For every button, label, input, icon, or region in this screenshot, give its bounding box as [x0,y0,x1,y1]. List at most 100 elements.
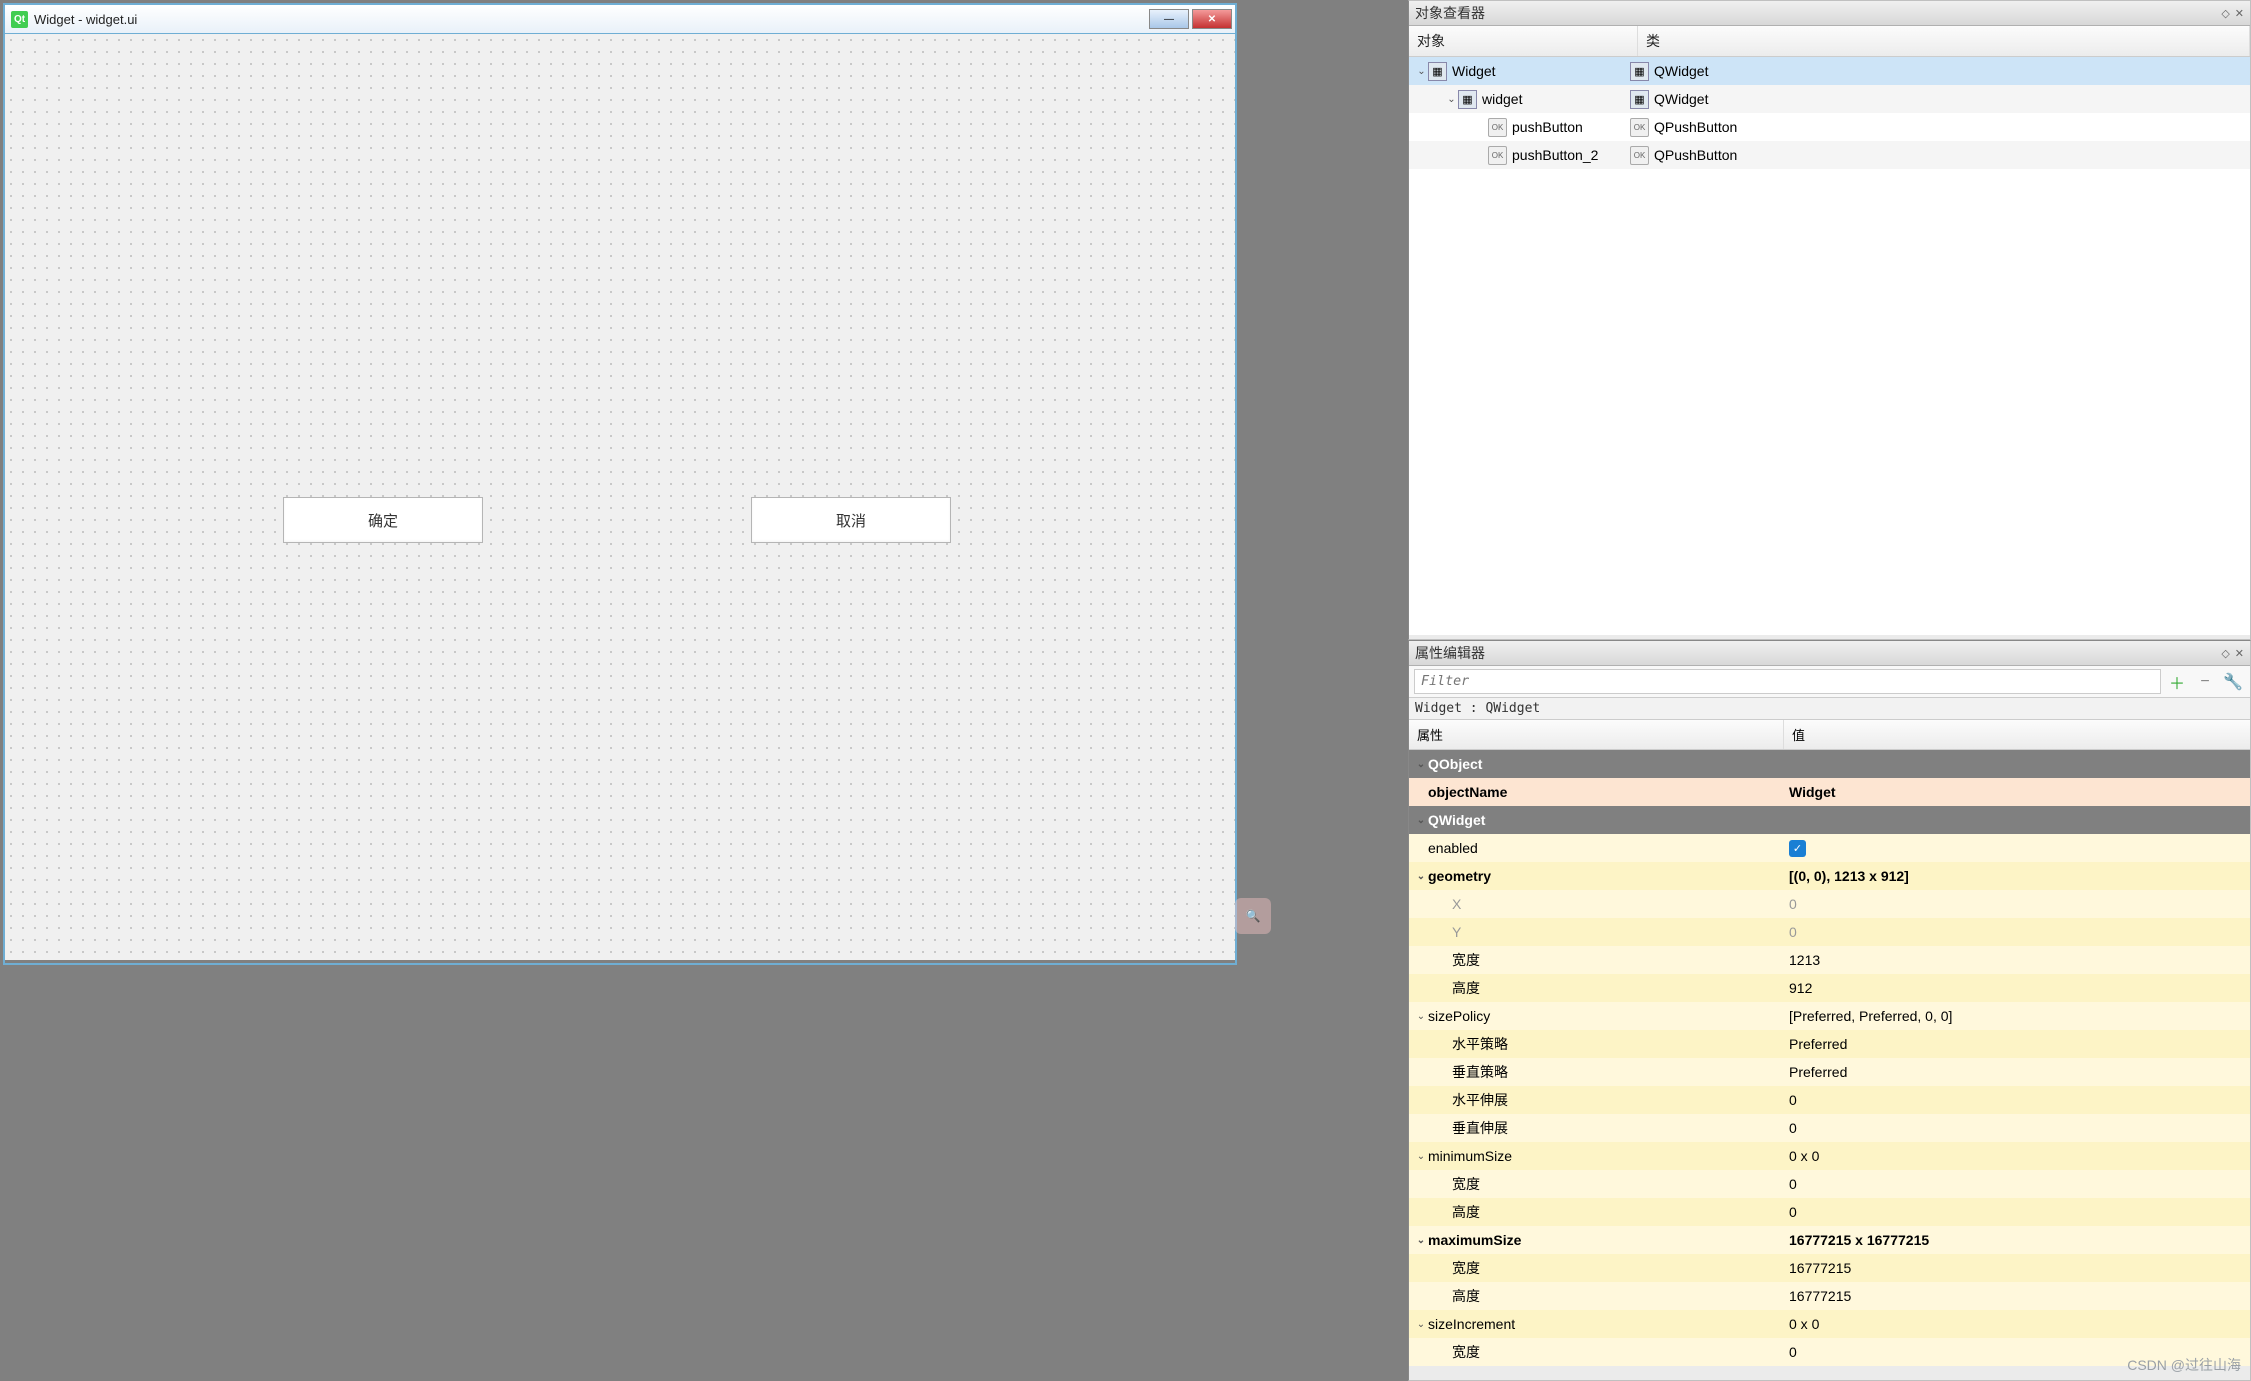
button-icon: OK [1488,118,1507,137]
property-row[interactable]: ⌄sizePolicy[Preferred, Preferred, 0, 0] [1409,1002,2250,1030]
property-row[interactable]: ⌄sizeIncrement 0 x 0 [1409,1310,2250,1338]
property-row[interactable]: 水平策略Preferred [1409,1030,2250,1058]
watermark: CSDN @过往山海 [2127,1355,2241,1375]
prop-name-col-header[interactable]: 属性 [1409,720,1784,749]
property-row[interactable]: Y0 [1409,918,2250,946]
tree-row[interactable]: OKpushButtonOKQPushButton [1409,113,2250,141]
collapse-icon[interactable]: ⌄ [1414,815,1428,826]
cancel-button[interactable]: 取消 [751,497,951,543]
property-row[interactable]: X0 [1409,890,2250,918]
property-row[interactable]: ⌄maximumSize16777215 x 16777215 [1409,1226,2250,1254]
ok-button[interactable]: 确定 [283,497,483,543]
property-table-header: 属性 值 [1409,720,2250,750]
property-value[interactable]: [(0, 0), 1213 x 912] [1789,868,1909,884]
property-row[interactable]: ⌄minimumSize 0 x 0 [1409,1142,2250,1170]
property-value[interactable]: [Preferred, Preferred, 0, 0] [1789,1008,1952,1024]
property-row[interactable]: ⌄geometry[(0, 0), 1213 x 912] [1409,862,2250,890]
property-value[interactable]: Widget [1789,784,1836,800]
class-name: QWidget [1654,91,1708,107]
property-value[interactable]: 0 [1789,1344,1797,1360]
property-value[interactable]: 0 [1789,924,1797,940]
property-value[interactable]: 0 [1789,1092,1797,1108]
object-tree[interactable]: ⌄▦Widget▦QWidget⌄▦widget▦QWidgetOKpushBu… [1409,57,2250,635]
checkbox-checked-icon[interactable]: ✓ [1789,840,1806,857]
property-value[interactable]: 0 x 0 [1789,1316,1819,1332]
property-name: 高度 [1452,1286,1480,1306]
tree-row[interactable]: ⌄▦Widget▦QWidget [1409,57,2250,85]
property-group-header[interactable]: ⌄QWidget [1409,806,2250,834]
property-row[interactable]: objectNameWidget [1409,778,2250,806]
property-name: sizeIncrement [1428,1316,1515,1332]
property-row[interactable]: 高度0 [1409,1198,2250,1226]
expand-icon[interactable]: ⌄ [1414,1151,1428,1162]
property-context: Widget : QWidget [1409,698,2250,720]
property-value[interactable]: 0 [1789,1204,1797,1220]
property-editor-header[interactable]: 属性编辑器 ◇✕ [1409,641,2250,666]
property-value[interactable]: Preferred [1789,1036,1847,1052]
remove-property-icon[interactable]: − [2193,670,2217,694]
property-name: 高度 [1452,978,1480,998]
property-value[interactable]: Preferred [1789,1064,1847,1080]
property-row[interactable]: 宽度 0 [1409,1338,2250,1366]
property-value[interactable]: 0 x 0 [1789,1148,1819,1164]
window-title: Widget - widget.ui [34,12,137,27]
close-button[interactable]: ✕ [1192,9,1232,29]
property-filter-input[interactable] [1414,669,2161,694]
property-row[interactable]: enabled✓ [1409,834,2250,862]
dock-float-icon[interactable]: ◇ [2221,7,2229,20]
property-name: 宽度 [1452,1258,1480,1278]
expand-icon[interactable]: ⌄ [1414,1319,1428,1330]
collapse-icon[interactable]: ⌄ [1414,759,1428,770]
widget-icon: ▦ [1630,62,1649,81]
property-group-header[interactable]: ⌄QObject [1409,750,2250,778]
design-titlebar[interactable]: Qt Widget - widget.ui — ✕ [5,5,1235,34]
expand-icon[interactable]: ⌄ [1414,871,1428,882]
class-name: QWidget [1654,63,1708,79]
property-value[interactable]: 16777215 x 16777215 [1789,1232,1929,1248]
property-value[interactable]: 0 [1789,1176,1797,1192]
object-inspector-header[interactable]: 对象查看器 ◇ ✕ [1409,1,2250,26]
property-value[interactable]: 1213 [1789,952,1820,968]
dock-close-icon[interactable]: ✕ [2235,647,2244,660]
object-name: pushButton_2 [1512,147,1598,163]
property-list[interactable]: ⌄QObjectobjectNameWidget⌄QWidgetenabled✓… [1409,750,2250,1380]
property-value[interactable]: 16777215 [1789,1288,1851,1304]
property-value[interactable]: 0 [1789,896,1797,912]
dock-float-icon[interactable]: ◇ [2221,647,2229,660]
configure-icon[interactable]: 🔧 [2221,670,2245,694]
property-row[interactable]: 高度 16777215 [1409,1282,2250,1310]
button-icon: OK [1630,118,1649,137]
property-name: 宽度 [1452,1174,1480,1194]
property-name: X [1452,896,1461,912]
property-row[interactable]: 垂直策略 Preferred [1409,1058,2250,1086]
object-name: widget [1482,91,1522,107]
class-col-header[interactable]: 类 [1638,26,2250,56]
expand-icon[interactable]: ⌄ [1414,1235,1428,1246]
expand-icon[interactable]: ⌄ [1414,1011,1428,1022]
expand-icon[interactable]: ⌄ [1415,66,1428,77]
property-row[interactable]: 宽度 16777215 [1409,1254,2250,1282]
design-window[interactable]: Qt Widget - widget.ui — ✕ 确定 取消 [3,3,1237,965]
form-canvas[interactable]: 确定 取消 [5,34,1235,960]
property-value[interactable]: 0 [1789,1120,1797,1136]
property-row[interactable]: 垂直伸展0 [1409,1114,2250,1142]
dock-close-icon[interactable]: ✕ [2235,7,2244,20]
property-name: 宽度 [1452,1342,1480,1362]
property-row[interactable]: 宽度1213 [1409,946,2250,974]
minimize-button[interactable]: — [1149,9,1189,29]
property-row[interactable]: 高度 912 [1409,974,2250,1002]
add-property-icon[interactable]: ＋ [2165,670,2189,694]
object-inspector-title: 对象查看器 [1415,3,1485,23]
property-value[interactable]: 16777215 [1789,1260,1851,1276]
tree-row[interactable]: ⌄▦widget▦QWidget [1409,85,2250,113]
property-name: minimumSize [1428,1148,1512,1164]
magnifier-icon[interactable]: 🔍 [1235,898,1271,934]
object-col-header[interactable]: 对象 [1409,26,1638,56]
tree-row[interactable]: OKpushButton_2OKQPushButton [1409,141,2250,169]
property-row[interactable]: 水平伸展0 [1409,1086,2250,1114]
prop-value-col-header[interactable]: 值 [1784,720,2250,749]
property-value[interactable]: 912 [1789,980,1812,996]
expand-icon[interactable]: ⌄ [1445,94,1458,105]
property-row[interactable]: 宽度 0 [1409,1170,2250,1198]
property-name: 垂直策略 [1452,1062,1508,1082]
